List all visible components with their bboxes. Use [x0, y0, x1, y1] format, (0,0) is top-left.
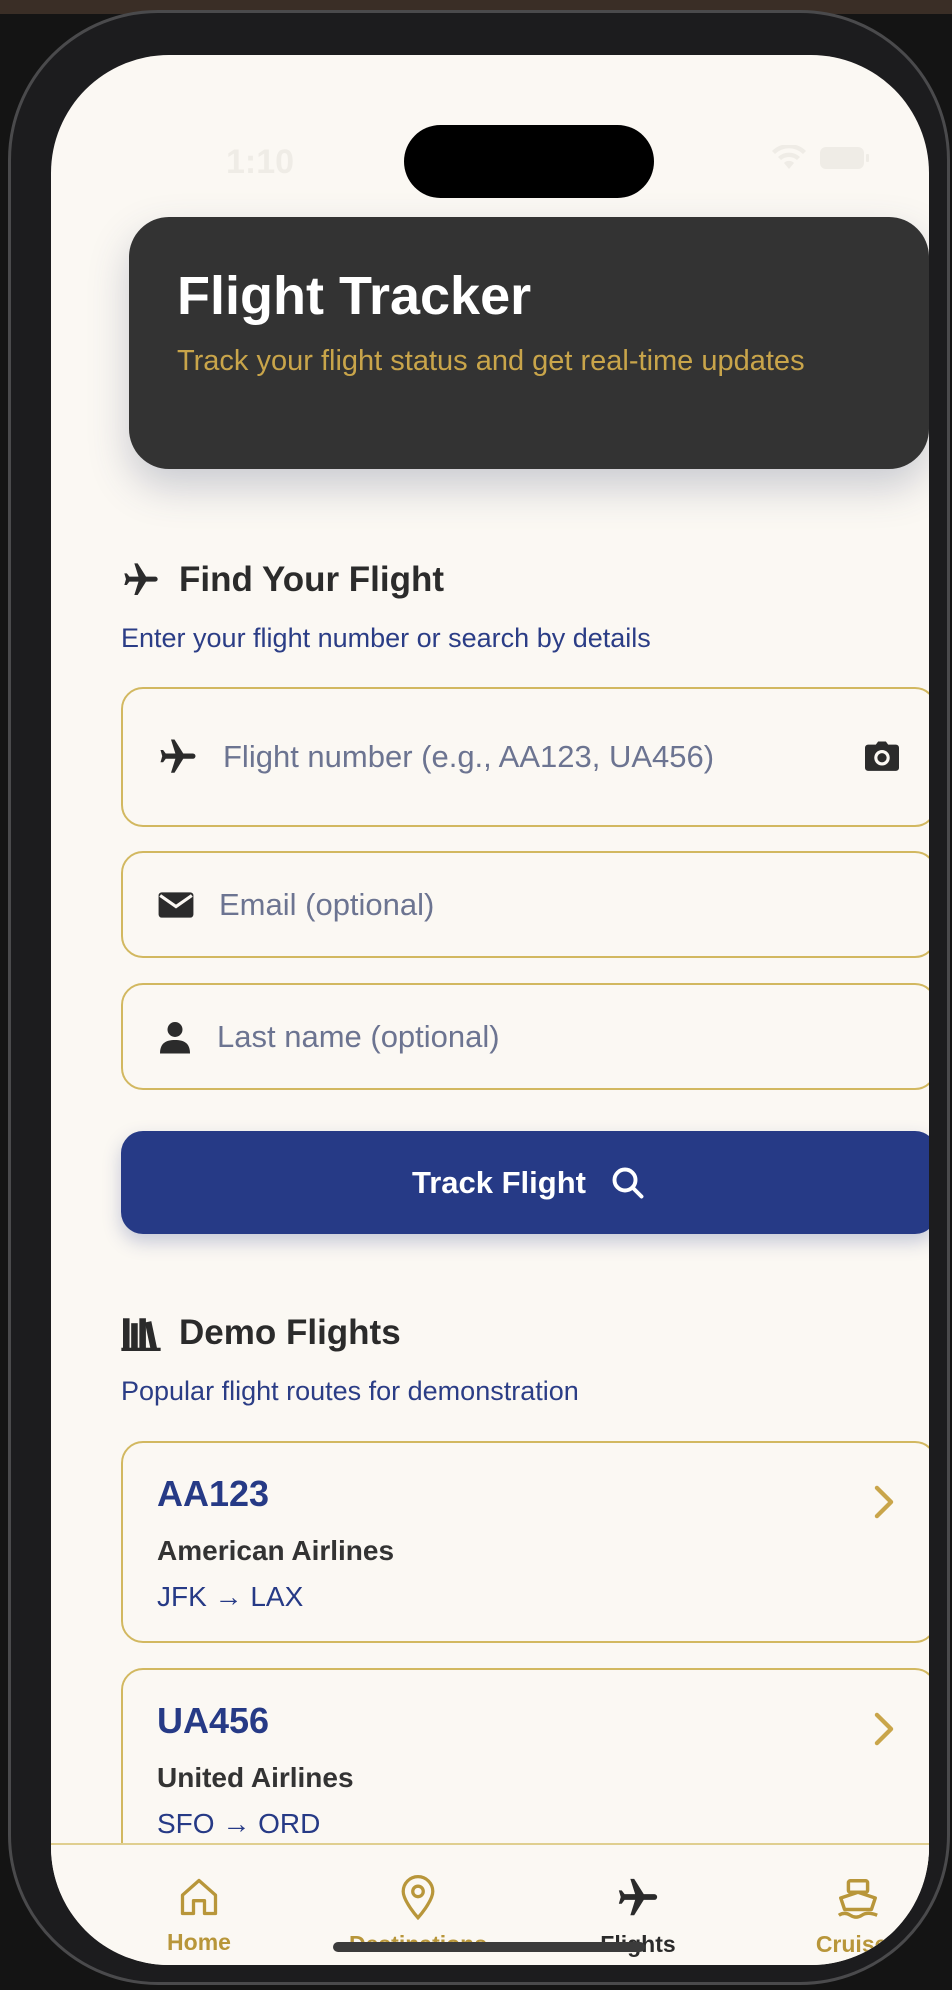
- battery-icon: [820, 147, 869, 169]
- flight-code: AA123: [157, 1473, 270, 1514]
- search-icon: [612, 1167, 644, 1198]
- flight-code: UA456: [157, 1700, 270, 1741]
- chevron-right-icon: [874, 1485, 894, 1519]
- flight-airline: American Airlines: [157, 1535, 395, 1566]
- home-indicator: [333, 1942, 645, 1952]
- ship-icon: [837, 1879, 878, 1919]
- status-icons: [771, 145, 871, 171]
- email-field[interactable]: [121, 851, 929, 958]
- airplane-icon: [124, 563, 158, 595]
- page-title: Flight Tracker: [177, 266, 532, 326]
- email-input[interactable]: [219, 886, 901, 923]
- demo-section-subtitle: Popular flight routes for demonstration: [121, 1376, 579, 1406]
- chevron-right-icon: [874, 1712, 894, 1746]
- tab-label: Cruises: [815, 1931, 901, 1957]
- camera-icon[interactable]: [863, 740, 901, 774]
- flight-airline: United Airlines: [157, 1762, 354, 1793]
- books-icon: [121, 1318, 161, 1351]
- find-section-header: Find Your Flight: [121, 560, 444, 600]
- flight-route: SFO → ORD: [157, 1808, 321, 1839]
- demo-flight-card[interactable]: UA456 United Airlines SFO → ORD: [121, 1668, 929, 1870]
- demo-section-header: Demo Flights: [121, 1313, 401, 1353]
- phone-frame: 1:10 Flight Tracker Track your flight st…: [8, 10, 950, 1985]
- app-screen: 1:10 Flight Tracker Track your flight st…: [51, 55, 929, 1965]
- page-subtitle: Track your flight status and get real-ti…: [177, 345, 805, 378]
- airplane-icon: [160, 739, 196, 773]
- dynamic-island: [404, 125, 654, 198]
- status-time: 1:10: [226, 143, 295, 181]
- tab-home[interactable]: Home: [99, 1875, 299, 1956]
- tab-label: Home: [167, 1929, 231, 1955]
- airplane-icon: [618, 1878, 658, 1916]
- track-flight-label: Track Flight: [412, 1164, 586, 1200]
- home-icon: [180, 1878, 218, 1916]
- track-flight-button[interactable]: Track Flight: [121, 1131, 929, 1234]
- header-card: Flight Tracker Track your flight status …: [129, 217, 929, 469]
- map-pin-icon: [401, 1875, 435, 1921]
- person-icon: [160, 1021, 190, 1053]
- demo-flight-card[interactable]: AA123 American Airlines JFK → LAX: [121, 1441, 929, 1643]
- wifi-icon: [772, 145, 806, 169]
- flight-number-input[interactable]: [223, 739, 863, 775]
- tab-cruises[interactable]: Cruises: [758, 1875, 929, 1958]
- flight-route: JFK → LAX: [157, 1581, 304, 1612]
- find-section-subtitle: Enter your flight number or search by de…: [121, 623, 651, 653]
- lastname-field[interactable]: [121, 983, 929, 1090]
- flight-number-field[interactable]: [121, 687, 929, 827]
- lastname-input[interactable]: [217, 1018, 901, 1055]
- find-section-title: Find Your Flight: [179, 560, 445, 599]
- mail-icon: [158, 891, 194, 918]
- demo-section-title: Demo Flights: [179, 1313, 401, 1352]
